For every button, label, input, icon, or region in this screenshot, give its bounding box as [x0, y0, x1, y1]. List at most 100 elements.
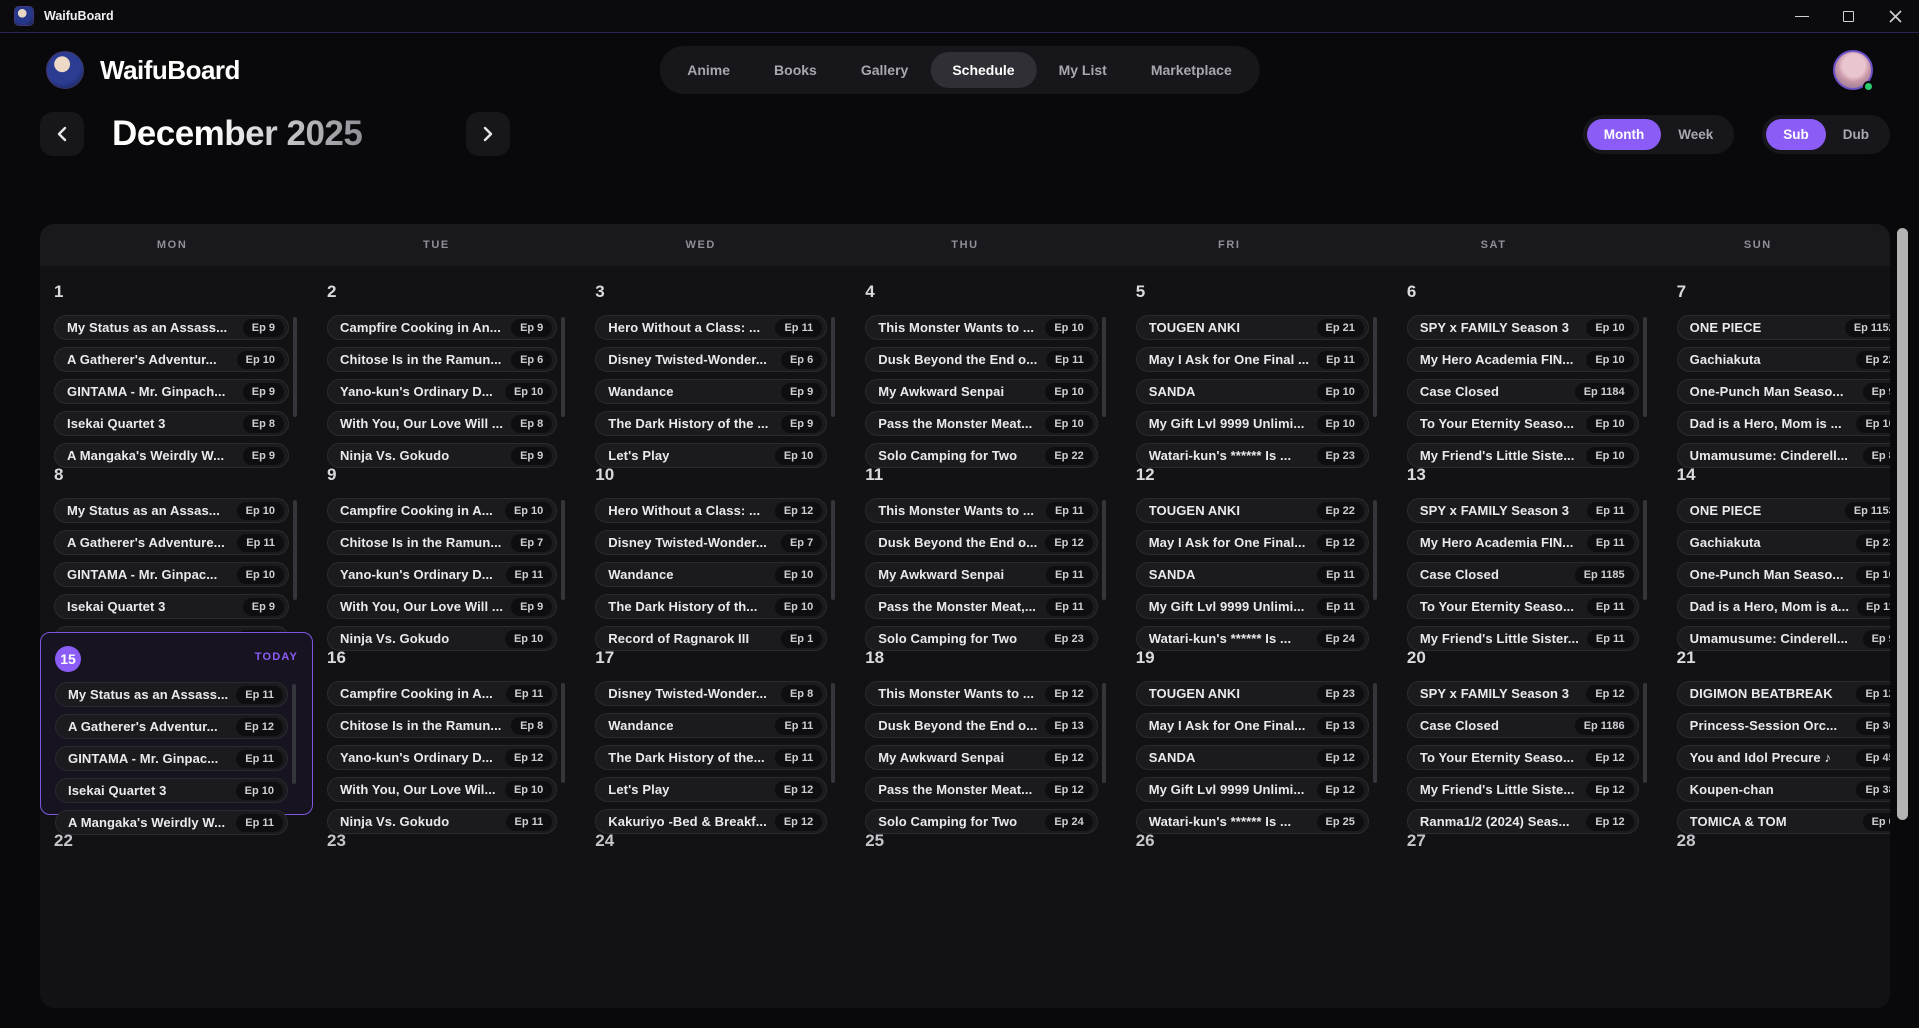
episode-chip[interactable]: Chitose Is in the Ramun... Ep 7: [327, 530, 557, 555]
episode-chip[interactable]: ONE PIECE Ep 1153: [1677, 498, 1890, 523]
episode-chip[interactable]: My Hero Academia FIN... Ep 10: [1407, 347, 1639, 372]
episode-chip[interactable]: Let's Play Ep 12: [595, 777, 827, 802]
day-cell[interactable]: 7 ONE PIECE Ep 1152 Gachiakuta Ep 22 One…: [1663, 266, 1890, 449]
episode-chip[interactable]: SANDA Ep 11: [1136, 562, 1369, 587]
cell-scrollbar[interactable]: [831, 317, 835, 417]
episode-chip[interactable]: Koupen-chan Ep 38: [1677, 777, 1890, 802]
episode-chip[interactable]: My Status as an Assas... Ep 10: [54, 498, 289, 523]
day-cell[interactable]: 22: [40, 815, 313, 998]
episode-chip[interactable]: My Gift Lvl 9999 Unlimi... Ep 12: [1136, 777, 1369, 802]
cell-scrollbar[interactable]: [561, 317, 565, 417]
minimize-button[interactable]: [1778, 0, 1825, 32]
day-cell[interactable]: 13 SPY x FAMILY Season 3 Ep 11 My Hero A…: [1393, 449, 1663, 632]
episode-chip[interactable]: Pass the Monster Meat,... Ep 11: [865, 594, 1098, 619]
episode-chip[interactable]: With You, Our Love Will ... Ep 8: [327, 411, 557, 436]
episode-chip[interactable]: This Monster Wants to ... Ep 11: [865, 498, 1098, 523]
episode-chip[interactable]: SPY x FAMILY Season 3 Ep 10: [1407, 315, 1639, 340]
episode-chip[interactable]: A Gatherer's Adventur... Ep 12: [55, 714, 288, 739]
episode-chip[interactable]: You and Idol Precure ♪ Ep 45: [1677, 745, 1890, 770]
day-cell[interactable]: 24: [581, 815, 851, 998]
view-week[interactable]: Week: [1661, 119, 1730, 150]
episode-chip[interactable]: Campfire Cooking in A... Ep 11: [327, 681, 557, 706]
close-button[interactable]: [1872, 0, 1919, 32]
episode-chip[interactable]: Pass the Monster Meat... Ep 12: [865, 777, 1098, 802]
tab-gallery[interactable]: Gallery: [839, 52, 930, 88]
episode-chip[interactable]: My Awkward Senpai Ep 12: [865, 745, 1098, 770]
episode-chip[interactable]: Hero Without a Class: ... Ep 12: [595, 498, 827, 523]
cell-scrollbar[interactable]: [831, 683, 835, 783]
episode-chip[interactable]: Case Closed Ep 1184: [1407, 379, 1639, 404]
day-cell[interactable]: 6 SPY x FAMILY Season 3 Ep 10 My Hero Ac…: [1393, 266, 1663, 449]
prev-month-button[interactable]: [40, 112, 84, 156]
episode-chip[interactable]: The Dark History of the ... Ep 9: [595, 411, 827, 436]
episode-chip[interactable]: Yano-kun's Ordinary D... Ep 12: [327, 745, 557, 770]
day-cell[interactable]: 12 TOUGEN ANKI Ep 22 May I Ask for One F…: [1122, 449, 1393, 632]
cell-scrollbar[interactable]: [1373, 317, 1377, 417]
episode-chip[interactable]: My Gift Lvl 9999 Unlimi... Ep 10: [1136, 411, 1369, 436]
episode-chip[interactable]: To Your Eternity Seaso... Ep 12: [1407, 745, 1639, 770]
episode-chip[interactable]: Isekai Quartet 3 Ep 9: [54, 594, 289, 619]
episode-chip[interactable]: My Status as an Assass... Ep 9: [54, 315, 289, 340]
cell-scrollbar[interactable]: [1102, 683, 1106, 783]
episode-chip[interactable]: Gachiakuta Ep 22: [1677, 347, 1890, 372]
episode-chip[interactable]: Disney Twisted-Wonder... Ep 7: [595, 530, 827, 555]
next-month-button[interactable]: [466, 112, 510, 156]
cell-scrollbar[interactable]: [1643, 683, 1647, 783]
episode-chip[interactable]: Wandance Ep 11: [595, 713, 827, 738]
vertical-scrollbar[interactable]: [1897, 228, 1908, 820]
episode-chip[interactable]: To Your Eternity Seaso... Ep 10: [1407, 411, 1639, 436]
episode-chip[interactable]: Dad is a Hero, Mom is a... Ep 11: [1677, 594, 1890, 619]
cell-scrollbar[interactable]: [1102, 317, 1106, 417]
episode-chip[interactable]: TOUGEN ANKI Ep 21: [1136, 315, 1369, 340]
day-cell[interactable]: 9 Campfire Cooking in A... Ep 10 Chitose…: [313, 449, 581, 632]
episode-chip[interactable]: My Friend's Little Siste... Ep 12: [1407, 777, 1639, 802]
episode-chip[interactable]: My Status as an Assass... Ep 11: [55, 682, 288, 707]
episode-chip[interactable]: TOUGEN ANKI Ep 23: [1136, 681, 1369, 706]
episode-chip[interactable]: One-Punch Man Seaso... Ep 9: [1677, 379, 1890, 404]
episode-chip[interactable]: DIGIMON BEATBREAK Ep 12: [1677, 681, 1890, 706]
episode-chip[interactable]: This Monster Wants to ... Ep 12: [865, 681, 1098, 706]
view-month[interactable]: Month: [1587, 119, 1661, 150]
episode-chip[interactable]: Gachiakuta Ep 23: [1677, 530, 1890, 555]
episode-chip[interactable]: May I Ask for One Final... Ep 13: [1136, 713, 1369, 738]
episode-chip[interactable]: Dusk Beyond the End o... Ep 13: [865, 713, 1098, 738]
episode-chip[interactable]: Yano-kun's Ordinary D... Ep 10: [327, 379, 557, 404]
day-cell[interactable]: 1 My Status as an Assass... Ep 9 A Gathe…: [40, 266, 313, 449]
day-cell[interactable]: 25: [851, 815, 1122, 998]
day-cell[interactable]: 16 Campfire Cooking in A... Ep 11 Chitos…: [313, 632, 581, 815]
tab-my-list[interactable]: My List: [1037, 52, 1129, 88]
episode-chip[interactable]: May I Ask for One Final... Ep 12: [1136, 530, 1369, 555]
episode-chip[interactable]: Pass the Monster Meat... Ep 10: [865, 411, 1098, 436]
episode-chip[interactable]: With You, Our Love Wil... Ep 10: [327, 777, 557, 802]
episode-chip[interactable]: Isekai Quartet 3 Ep 10: [55, 778, 288, 803]
episode-chip[interactable]: Wandance Ep 10: [595, 562, 827, 587]
episode-chip[interactable]: Campfire Cooking in A... Ep 10: [327, 498, 557, 523]
episode-chip[interactable]: Disney Twisted-Wonder... Ep 6: [595, 347, 827, 372]
cell-scrollbar[interactable]: [1102, 500, 1106, 600]
episode-chip[interactable]: Isekai Quartet 3 Ep 8: [54, 411, 289, 436]
day-cell[interactable]: 21 DIGIMON BEATBREAK Ep 12 Princess-Sess…: [1663, 632, 1890, 815]
episode-chip[interactable]: Hero Without a Class: ... Ep 11: [595, 315, 827, 340]
day-cell[interactable]: 3 Hero Without a Class: ... Ep 11 Disney…: [581, 266, 851, 449]
cell-scrollbar[interactable]: [1643, 317, 1647, 417]
tab-marketplace[interactable]: Marketplace: [1129, 52, 1254, 88]
episode-chip[interactable]: My Awkward Senpai Ep 10: [865, 379, 1098, 404]
cell-scrollbar[interactable]: [561, 500, 565, 600]
day-cell[interactable]: 17 Disney Twisted-Wonder... Ep 8 Wandanc…: [581, 632, 851, 815]
day-cell[interactable]: 15 TODAY My Status as an Assass... Ep 11…: [40, 632, 313, 815]
episode-chip[interactable]: Chitose Is in the Ramun... Ep 6: [327, 347, 557, 372]
audio-dub[interactable]: Dub: [1826, 119, 1886, 150]
episode-chip[interactable]: Princess-Session Orc... Ep 36: [1677, 713, 1890, 738]
episode-chip[interactable]: This Monster Wants to ... Ep 10: [865, 315, 1098, 340]
episode-chip[interactable]: SANDA Ep 12: [1136, 745, 1369, 770]
cell-scrollbar[interactable]: [561, 683, 565, 783]
tab-schedule[interactable]: Schedule: [930, 52, 1036, 88]
episode-chip[interactable]: My Gift Lvl 9999 Unlimi... Ep 11: [1136, 594, 1369, 619]
tab-books[interactable]: Books: [752, 52, 839, 88]
episode-chip[interactable]: With You, Our Love Will ... Ep 9: [327, 594, 557, 619]
episode-chip[interactable]: The Dark History of the... Ep 11: [595, 745, 827, 770]
episode-chip[interactable]: Wandance Ep 9: [595, 379, 827, 404]
day-cell[interactable]: 23: [313, 815, 581, 998]
episode-chip[interactable]: SPY x FAMILY Season 3 Ep 12: [1407, 681, 1639, 706]
episode-chip[interactable]: Case Closed Ep 1186: [1407, 713, 1639, 738]
